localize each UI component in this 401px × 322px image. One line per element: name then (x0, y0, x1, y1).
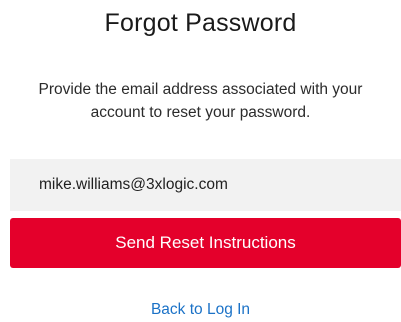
instructions-text: Provide the email address associated wit… (10, 78, 391, 124)
instructions-line-2: account to reset your password. (90, 104, 311, 121)
page-title: Forgot Password (104, 9, 297, 37)
instructions-line-1: Provide the email address associated wit… (38, 81, 363, 98)
email-field[interactable] (10, 159, 401, 211)
send-reset-instructions-button[interactable]: Send Reset Instructions (10, 218, 401, 268)
back-to-login-link[interactable]: Back to Log In (0, 301, 401, 319)
